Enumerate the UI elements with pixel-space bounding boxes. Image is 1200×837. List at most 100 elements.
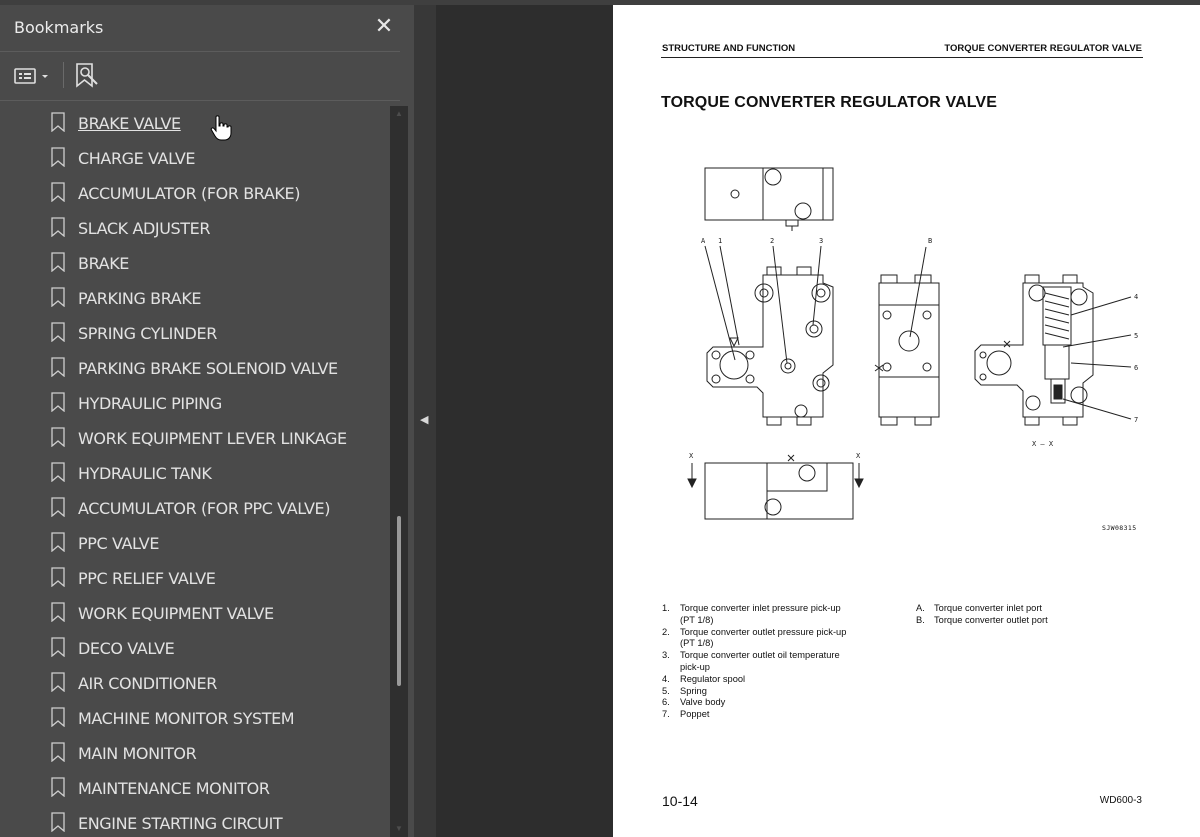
bookmark-label: PPC RELIEF VALVE [78,569,216,588]
bookmark-icon [51,357,65,377]
bookmark-item[interactable]: PARKING BRAKE [0,281,388,316]
legend-item: 4. Regulator spool [662,674,892,686]
bookmark-icon [51,497,65,517]
legend-numbered: 1. Torque converter inlet pressure pick-u… [662,603,892,721]
document-page: STRUCTURE AND FUNCTION TORQUE CONVERTER … [613,5,1200,837]
find-bookmark-icon [76,63,98,88]
legend-text: Torque converter inlet pressure pick-up [680,603,841,613]
legend-item: 5. Spring [662,686,892,698]
scrollbar-thumb[interactable] [397,516,401,686]
legend-text: Poppet [680,709,710,720]
divider [0,100,400,101]
bookmark-item[interactable]: SLACK ADJUSTER [0,211,388,246]
running-head-left: STRUCTURE AND FUNCTION [662,43,796,54]
callout-label: A [701,237,706,245]
bookmark-icon [51,672,65,692]
bookmark-item[interactable]: WORK EQUIPMENT VALVE [0,596,388,631]
bookmark-item[interactable]: ACCUMULATOR (FOR BRAKE) [0,176,388,211]
legend-number: 7. [662,709,670,720]
bookmarks-list: BRAKE VALVE CHARGE VALVE ACCUMULATOR (FO… [0,106,388,837]
legend-item: 7. Poppet [662,709,892,721]
close-icon[interactable]: ✕ [372,14,396,38]
bookmark-icon [51,392,65,412]
bookmark-icon [51,322,65,342]
legend-number: 5. [662,685,670,696]
legend-text: Torque converter outlet oil temperature [680,650,840,661]
bookmark-label: ACCUMULATOR (FOR PPC VALVE) [78,499,331,518]
legend-text: Spring [680,685,707,696]
bookmark-label: CHARGE VALVE [78,149,196,168]
section-label: X – X [1032,440,1054,448]
legend-text: Valve body [680,697,726,708]
legend-number: 6. [662,697,670,708]
page-number: 10-14 [662,793,698,809]
legend-number: 3. [662,650,670,661]
panel-collapse-strip: ◀ [414,5,436,837]
bookmark-label: MAINTENANCE MONITOR [78,779,270,798]
section-mark-right: X [856,452,861,460]
bookmark-icon [51,532,65,552]
bookmark-label: HYDRAULIC PIPING [78,394,222,413]
legend-text: Regulator spool [680,673,746,684]
bookmark-item[interactable]: ACCUMULATOR (FOR PPC VALVE) [0,491,388,526]
callout-label: 6 [1134,364,1138,372]
panel-title: Bookmarks [14,18,104,37]
scroll-down-arrow-icon[interactable]: ▼ [390,821,408,837]
model-code: WD600-3 [1099,795,1142,806]
bookmark-item[interactable]: WORK EQUIPMENT LEVER LINKAGE [0,421,388,456]
legend-number: 4. [662,673,670,684]
bookmark-label: WORK EQUIPMENT VALVE [78,604,274,623]
callout-label: 7 [1134,416,1138,424]
side-view [874,246,940,426]
bookmark-icon [51,427,65,447]
bookmark-icon [51,567,65,587]
bookmark-item[interactable]: MACHINE MONITOR SYSTEM [0,701,388,736]
bookmark-options-button[interactable] [14,66,54,86]
running-head-right: TORQUE CONVERTER REGULATOR VALVE [944,43,1142,54]
collapse-panel-arrow-icon[interactable]: ◀ [420,410,430,430]
bookmark-icon [51,462,65,482]
bookmark-icon [51,602,65,622]
bookmarks-scrollbar[interactable]: ▲ ▼ [390,106,408,837]
bookmarks-toolbar [0,52,400,100]
bookmarks-panel: Bookmarks ✕ BRAKE VALVE CHARGE VALVE ACC… [0,5,414,837]
legend-item: 1. Torque converter inlet pressure pick-u… [662,603,892,627]
bookmark-item[interactable]: CHARGE VALVE [0,141,388,176]
bookmark-item[interactable]: HYDRAULIC TANK [0,456,388,491]
scroll-up-arrow-icon[interactable]: ▲ [390,106,408,122]
find-bookmark-button[interactable] [74,62,100,90]
header-rule [661,57,1143,58]
bookmark-item[interactable]: MAIN MONITOR [0,736,388,771]
bookmark-item[interactable]: AIR CONDITIONER [0,666,388,701]
bookmark-label: AIR CONDITIONER [78,674,217,693]
bookmark-item[interactable]: SPRING CYLINDER [0,316,388,351]
bookmark-item[interactable]: MAINTENANCE MONITOR [0,771,388,806]
legend-item: 6. Valve body [662,697,892,709]
legend-letter: A. [916,603,925,613]
bookmark-item[interactable]: BRAKE VALVE [0,106,388,141]
bookmark-item[interactable]: PPC RELIEF VALVE [0,561,388,596]
legend-letter: B. [916,614,925,625]
bookmark-item[interactable]: DECO VALVE [0,631,388,666]
toolbar-divider [63,62,64,88]
legend-item: B. Torque converter outlet port [916,615,1136,627]
bookmark-item[interactable]: BRAKE [0,246,388,281]
bookmark-icon [51,147,65,167]
bookmark-label: SPRING CYLINDER [78,324,217,343]
legend-item: 2. Torque converter outlet pressure pick-… [662,627,892,651]
front-view [704,245,834,426]
bookmark-icon [51,182,65,202]
bookmark-icon [51,812,65,832]
callout-label: 2 [770,237,774,245]
section-view [974,274,1132,426]
bookmark-label: PARKING BRAKE [78,289,202,308]
bookmark-item[interactable]: PARKING BRAKE SOLENOID VALVE [0,351,388,386]
bookmark-label: BRAKE [78,254,129,273]
bookmark-label: ENGINE STARTING CIRCUIT [78,814,283,833]
bookmark-item[interactable]: ENGINE STARTING CIRCUIT [0,806,388,837]
callout-label: 4 [1134,293,1138,301]
legend-number: 1. [662,603,670,613]
bookmark-item[interactable]: HYDRAULIC PIPING [0,386,388,421]
legend-subtext: pick-up [680,661,710,672]
bookmark-item[interactable]: PPC VALVE [0,526,388,561]
